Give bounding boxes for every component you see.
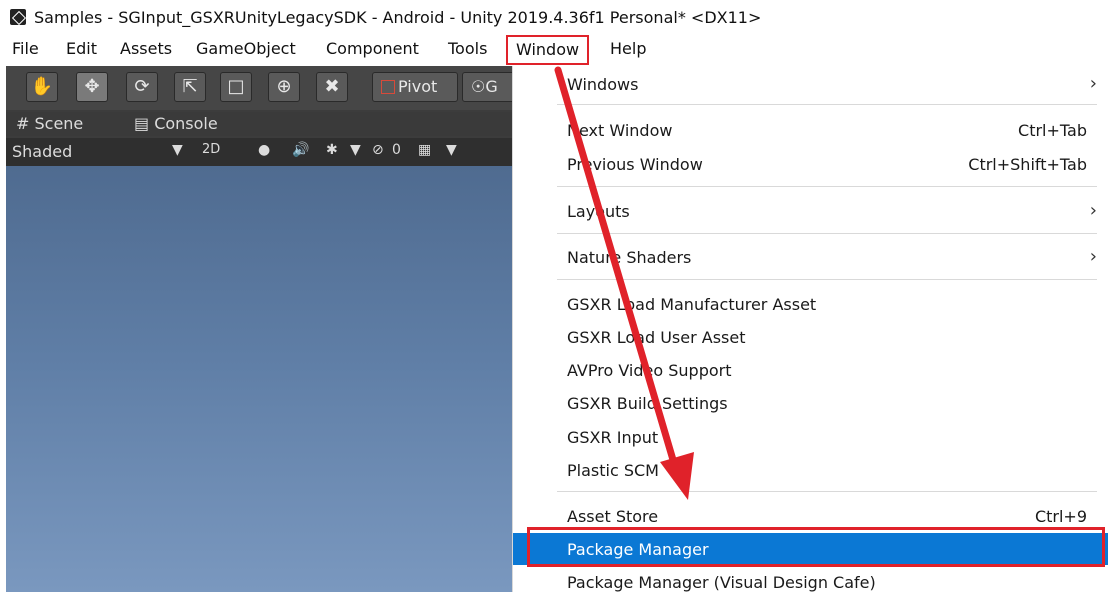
menu-item-gsxr-build-settings[interactable]: GSXR Build Settings (513, 387, 1108, 419)
separator (557, 233, 1097, 234)
transform-tool-icon[interactable]: ⊕ (268, 72, 300, 102)
chevron-down-icon-2[interactable]: ▼ (350, 142, 361, 158)
tools-toolbar: ✋ ✥ ⟳ ⇱ □ ⊕ ✖ Pivot ☉G (6, 66, 522, 110)
menu-gameobject[interactable]: GameObject (196, 39, 296, 58)
menu-item-asset-store[interactable]: Asset Store Ctrl+9 (513, 500, 1108, 532)
tab-console[interactable]: ▤ Console (134, 114, 218, 133)
unity-logo-icon (10, 9, 26, 25)
menu-item-label: Nature Shaders (567, 248, 692, 267)
scene-view[interactable] (6, 166, 516, 592)
custom-tool-icon[interactable]: ✖ (316, 72, 348, 102)
tab-scene[interactable]: # Scene (16, 114, 83, 133)
editor-tabs: # Scene ▤ Console (6, 112, 516, 136)
chevron-down-icon[interactable]: ▼ (172, 142, 183, 158)
rotate-tool-icon[interactable]: ⟳ (126, 72, 158, 102)
lighting-icon[interactable]: ● (258, 142, 270, 158)
chevron-down-icon-3[interactable]: ▼ (446, 142, 457, 158)
menu-item-label: Plastic SCM (567, 461, 659, 480)
shading-mode-dropdown[interactable]: Shaded (12, 142, 72, 161)
menu-item-label: Windows (567, 75, 639, 94)
editor-panel: ✋ ✥ ⟳ ⇱ □ ⊕ ✖ Pivot ☉G # Scene ▤ Console… (6, 66, 522, 592)
global-label: G (485, 77, 498, 96)
menu-item-label: AVPro Video Support (567, 361, 732, 380)
pivot-button[interactable]: Pivot (372, 72, 458, 102)
chevron-right-icon: › (1089, 246, 1097, 267)
menu-item-shortcut: Ctrl+9 (1034, 507, 1087, 526)
chevron-right-icon: › (1089, 73, 1097, 94)
hidden-count: 0 (392, 142, 401, 158)
grid-icon[interactable]: ▦ (418, 142, 431, 158)
menu-item-shortcut: Ctrl+Shift+Tab (968, 155, 1087, 174)
mode-2d-button[interactable]: 2D (202, 142, 220, 157)
rect-tool-icon[interactable]: □ (220, 72, 252, 102)
window-title: Samples - SGInput_GSXRUnityLegacySDK - A… (34, 8, 762, 27)
window-menu-dropdown: Windows › Next Window Ctrl+Tab Previous … (512, 66, 1108, 592)
menu-item-nature-shaders[interactable]: Nature Shaders › (513, 241, 1108, 273)
pivot-label: Pivot (398, 77, 438, 96)
hidden-objects-icon[interactable]: ⊘ (372, 142, 384, 158)
audio-icon[interactable]: 🔊 (292, 142, 309, 158)
console-icon: ▤ (134, 114, 155, 133)
menu-item-plastic-scm[interactable]: Plastic SCM (513, 454, 1108, 486)
menu-item-package-manager[interactable]: Package Manager (513, 533, 1108, 565)
menu-item-label: Asset Store (567, 507, 659, 526)
menu-item-gsxr-load-user-asset[interactable]: GSXR Load User Asset (513, 321, 1108, 353)
separator (557, 104, 1097, 105)
menu-help[interactable]: Help (610, 39, 646, 58)
move-tool-icon[interactable]: ✥ (76, 72, 108, 102)
pivot-icon (381, 80, 395, 94)
menu-item-label: Package Manager (Visual Design Cafe) (567, 573, 876, 592)
scene-toolbar: Shaded ▼ 2D ● 🔊 ✱ ▼ ⊘ 0 ▦ ▼ (6, 138, 516, 166)
hand-tool-icon[interactable]: ✋ (26, 72, 58, 102)
menu-item-label: GSXR Input (567, 428, 659, 447)
menu-window[interactable]: Window (506, 35, 590, 65)
separator (557, 186, 1097, 187)
menu-item-label: Previous Window (567, 155, 703, 174)
menu-item-gsxr-input[interactable]: GSXR Input (513, 421, 1108, 453)
menu-item-label: Next Window (567, 121, 673, 140)
effects-icon[interactable]: ✱ (326, 142, 338, 158)
menu-item-package-manager-visual-design-cafe[interactable]: Package Manager (Visual Design Cafe) (513, 566, 1108, 592)
menu-item-layouts[interactable]: Layouts › (513, 195, 1108, 227)
menu-item-windows[interactable]: Windows › (513, 68, 1108, 100)
menu-component[interactable]: Component (326, 39, 419, 58)
menu-item-next-window[interactable]: Next Window Ctrl+Tab (513, 114, 1108, 146)
menu-item-label: GSXR Load Manufacturer Asset (567, 295, 817, 314)
menu-bar: File Edit Assets GameObject Component To… (0, 35, 1108, 65)
unity-editor-window: Samples - SGInput_GSXRUnityLegacySDK - A… (0, 0, 1108, 592)
menu-item-previous-window[interactable]: Previous Window Ctrl+Shift+Tab (513, 148, 1108, 180)
separator (557, 491, 1097, 492)
menu-item-label: GSXR Load User Asset (567, 328, 746, 347)
menu-item-label: GSXR Build Settings (567, 394, 728, 413)
chevron-right-icon: › (1089, 200, 1097, 221)
menu-item-avpro-video-support[interactable]: AVPro Video Support (513, 354, 1108, 386)
menu-item-label: Layouts (567, 202, 630, 221)
menu-edit[interactable]: Edit (66, 39, 97, 58)
menu-item-gsxr-load-manufacturer-asset[interactable]: GSXR Load Manufacturer Asset (513, 288, 1108, 320)
globe-icon: ☉ (471, 77, 486, 96)
menu-file[interactable]: File (12, 39, 39, 58)
scale-tool-icon[interactable]: ⇱ (174, 72, 206, 102)
tab-console-label: Console (154, 114, 218, 133)
menu-item-label: Package Manager (567, 540, 709, 559)
menu-assets[interactable]: Assets (120, 39, 172, 58)
separator (557, 279, 1097, 280)
menu-item-shortcut: Ctrl+Tab (1018, 121, 1087, 140)
menu-tools[interactable]: Tools (448, 39, 487, 58)
title-bar: Samples - SGInput_GSXRUnityLegacySDK - A… (0, 0, 1108, 36)
